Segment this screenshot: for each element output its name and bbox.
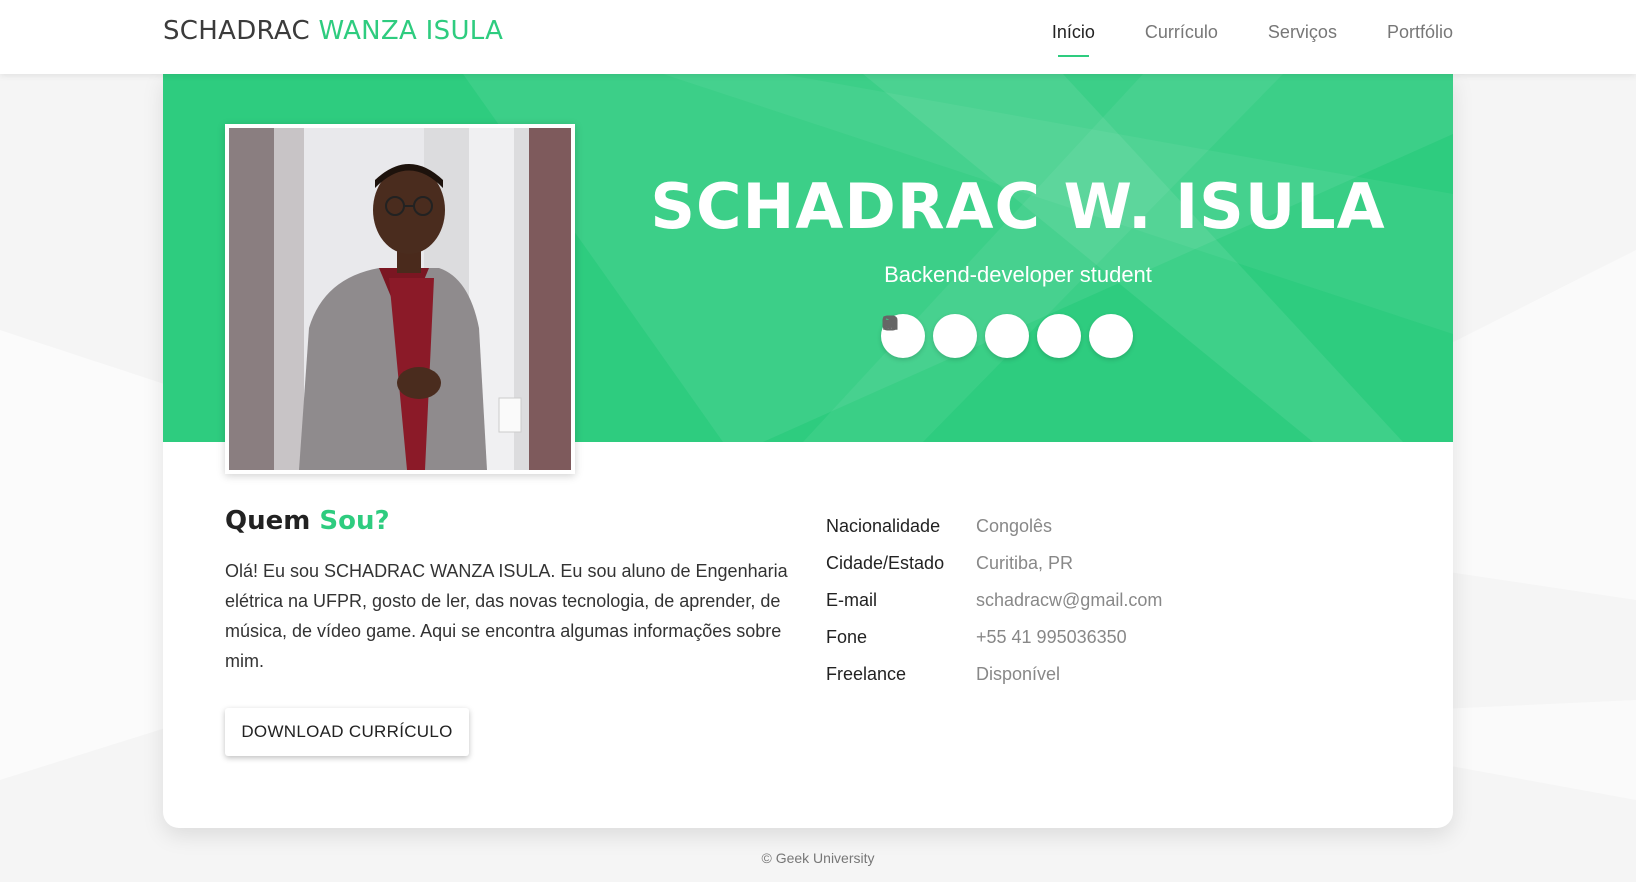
footer-copyright: © Geek University xyxy=(761,850,875,866)
github-icon xyxy=(882,315,898,331)
info-row-phone: Fone +55 41 995036350 xyxy=(826,619,1162,656)
facebook-button[interactable] xyxy=(887,314,977,358)
about-title: Quem Sou? xyxy=(225,506,390,536)
social-links xyxy=(881,314,1133,358)
nav-link-portfolio[interactable]: Portfólio xyxy=(1387,22,1453,43)
profile-photo-frame xyxy=(225,124,575,474)
info-value: schadracw@gmail.com xyxy=(976,590,1163,610)
info-value: Curitiba, PR xyxy=(976,553,1074,573)
brand-first-name: SCHADRAC xyxy=(163,16,310,46)
info-label: Freelance xyxy=(826,664,907,684)
brand-last-name: WANZA ISULA xyxy=(318,16,504,46)
about-title-accent: Sou? xyxy=(319,506,390,536)
info-value: +55 41 995036350 xyxy=(976,627,1127,647)
nav-link-curriculo[interactable]: Currículo xyxy=(1145,22,1218,43)
info-label: E-mail xyxy=(826,590,878,610)
profile-card: SCHADRAC W. ISULA Backend-developer stud… xyxy=(163,74,1453,828)
github-button[interactable] xyxy=(882,314,1133,358)
nav-link-servicos[interactable]: Serviços xyxy=(1268,22,1337,43)
download-cv-button[interactable]: DOWNLOAD CURRÍCULO xyxy=(225,708,469,756)
about-description: Olá! Eu sou SCHADRAC WANZA ISULA. Eu sou… xyxy=(225,561,788,671)
info-label: Nacionalidade xyxy=(826,516,941,536)
info-row-email: E-mail schadracw@gmail.com xyxy=(826,582,1162,619)
profile-photo xyxy=(229,128,571,470)
info-row-freelance: Freelance Disponível xyxy=(826,656,1162,693)
info-row-city: Cidade/Estado Curitiba, PR xyxy=(826,545,1162,582)
info-label: Fone xyxy=(826,627,868,647)
nav-menu: Início Currículo Serviços Portfólio xyxy=(1052,22,1453,57)
info-label: Cidade/Estado xyxy=(826,553,945,573)
info-row-nationality: Nacionalidade Congolês xyxy=(826,508,1162,545)
top-navbar: SCHADRAC WANZA ISULA Início Currículo Se… xyxy=(0,0,1636,74)
about-title-first: Quem xyxy=(225,506,311,536)
info-value: Disponível xyxy=(976,664,1061,684)
personal-info-list: Nacionalidade Congolês Cidade/Estado Cur… xyxy=(826,508,1162,693)
nav-link-inicio[interactable]: Início xyxy=(1052,22,1095,57)
hero-subtitle: Backend-developer student xyxy=(884,262,1152,287)
instagram-button[interactable] xyxy=(882,314,1029,358)
hero-title: SCHADRAC W. ISULA xyxy=(650,170,1386,243)
linkedin-button[interactable] xyxy=(883,314,1081,358)
info-value: Congolês xyxy=(976,516,1053,536)
brand-logo[interactable]: SCHADRAC WANZA ISULA xyxy=(163,16,503,46)
